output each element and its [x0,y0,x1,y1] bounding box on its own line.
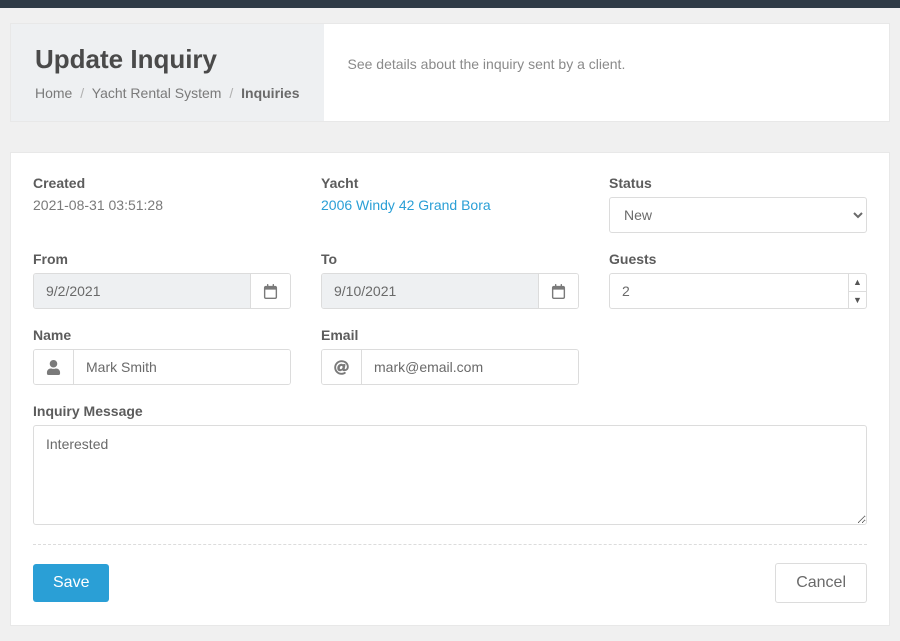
field-guests: Guests ▲ ▼ [609,251,867,309]
label-yacht: Yacht [321,175,579,191]
field-name: Name [33,327,291,385]
header-subtitle: See details about the inquiry sent by a … [324,24,650,121]
to-input[interactable] [322,274,538,308]
row-contact: Name Email [33,327,867,385]
field-email: Email [321,327,579,385]
at-icon [322,350,362,384]
row-general: Created 2021-08-31 03:51:28 Yacht 2006 W… [33,175,867,233]
step-up-icon[interactable]: ▲ [849,274,866,291]
form-actions: Save Cancel [33,563,867,617]
breadcrumb-sep: / [80,85,84,101]
yacht-link[interactable]: 2006 Windy 42 Grand Bora [321,197,491,213]
breadcrumb-home[interactable]: Home [35,85,72,101]
to-input-group[interactable] [321,273,579,309]
field-status: Status New [609,175,867,233]
header-left: Update Inquiry Home / Yacht Rental Syste… [11,24,324,121]
label-from: From [33,251,291,267]
row-dates: From To Guests [33,251,867,309]
guests-stepper[interactable]: ▲ ▼ [609,273,867,309]
breadcrumb-system[interactable]: Yacht Rental System [92,85,222,101]
field-from: From [33,251,291,309]
name-input[interactable] [74,350,290,384]
guests-input[interactable] [610,274,848,308]
value-created: 2021-08-31 03:51:28 [33,197,291,213]
email-input-group[interactable] [321,349,579,385]
guests-stepper-buttons: ▲ ▼ [848,274,866,308]
label-status: Status [609,175,867,191]
page-title: Update Inquiry [35,44,300,75]
name-input-group[interactable] [33,349,291,385]
spacer [609,327,867,385]
divider [33,544,867,545]
calendar-icon[interactable] [538,274,578,308]
breadcrumb-current: Inquiries [241,85,299,101]
from-input[interactable] [34,274,250,308]
cancel-button[interactable]: Cancel [775,563,867,603]
calendar-icon[interactable] [250,274,290,308]
page-content: Update Inquiry Home / Yacht Rental Syste… [0,8,900,641]
breadcrumb-sep: / [229,85,233,101]
user-icon [34,350,74,384]
field-created: Created 2021-08-31 03:51:28 [33,175,291,233]
form-card: Created 2021-08-31 03:51:28 Yacht 2006 W… [10,152,890,626]
label-email: Email [321,327,579,343]
top-bar [0,0,900,8]
header-card: Update Inquiry Home / Yacht Rental Syste… [10,23,890,122]
step-down-icon[interactable]: ▼ [849,291,866,309]
message-textarea[interactable] [33,425,867,525]
label-guests: Guests [609,251,867,267]
email-input[interactable] [362,350,578,384]
breadcrumb: Home / Yacht Rental System / Inquiries [35,85,300,101]
label-created: Created [33,175,291,191]
status-select[interactable]: New [609,197,867,233]
field-message: Inquiry Message [33,403,867,528]
field-yacht: Yacht 2006 Windy 42 Grand Bora [321,175,579,233]
label-name: Name [33,327,291,343]
label-message: Inquiry Message [33,403,867,419]
label-to: To [321,251,579,267]
field-to: To [321,251,579,309]
save-button[interactable]: Save [33,564,109,602]
from-input-group[interactable] [33,273,291,309]
